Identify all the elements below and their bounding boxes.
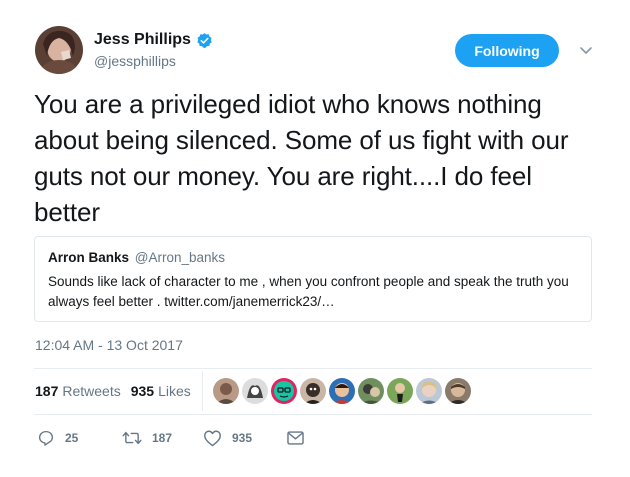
liker-avatar[interactable] [242,378,268,404]
author-name[interactable]: Jess Phillips [94,31,191,49]
liker-avatar[interactable] [358,378,384,404]
liker-avatar[interactable] [387,378,413,404]
tweet-timestamp[interactable]: 12:04 AM - 13 Oct 2017 [35,337,183,353]
quoted-tweet[interactable]: Arron Banks @Arron_banks Sounds like lac… [34,236,592,322]
liker-avatar[interactable] [445,378,471,404]
liker-avatar[interactable] [416,378,442,404]
like-count: 935 [232,431,253,445]
heart-icon [203,429,222,447]
tweet-actions: 25 187 935 [37,427,305,449]
verified-badge-icon [196,32,213,49]
retweet-icon [122,429,142,447]
likers-avatars [213,378,471,404]
like-button[interactable]: 935 [203,429,286,447]
envelope-icon [286,430,305,446]
reply-count: 25 [65,431,79,445]
quoted-author-name: Arron Banks [48,250,130,265]
retweet-button[interactable]: 187 [122,429,203,447]
likes-count: 935 [130,383,155,399]
author-handle[interactable]: @jessphillips [94,53,176,69]
reply-button[interactable]: 25 [37,429,122,447]
tweet-stats: 187 Retweets 935 Likes [35,376,201,406]
retweet-count: 187 [152,431,173,445]
following-button[interactable]: Following [455,34,559,67]
retweets-count: 187 [35,383,59,399]
stats-separator [202,371,203,411]
quoted-author-handle: @Arron_banks [134,250,226,265]
retweets-label: Retweets [62,383,121,399]
quoted-tweet-text: Sounds like lack of character to me , wh… [48,274,569,309]
tweet-card: Jess Phillips @jessphillips Following Yo… [0,0,630,477]
likes-label: Likes [158,383,191,399]
quoted-tweet-header: Arron Banks @Arron_banks [48,250,225,265]
author-avatar[interactable] [35,26,83,74]
tweet-text: You are a privileged idiot who knows not… [34,89,569,227]
liker-avatar[interactable] [300,378,326,404]
liker-avatar[interactable] [271,378,297,404]
divider-top [34,368,592,369]
liker-avatar[interactable] [213,378,239,404]
reply-icon [37,429,55,447]
direct-message-button[interactable] [286,430,305,446]
likes-stat[interactable]: 935 Likes [131,383,191,399]
chevron-down-icon[interactable] [578,42,594,58]
divider-bottom [34,414,592,415]
retweets-stat[interactable]: 187 Retweets [35,383,121,399]
author-name-row[interactable]: Jess Phillips [94,31,213,49]
liker-avatar[interactable] [329,378,355,404]
